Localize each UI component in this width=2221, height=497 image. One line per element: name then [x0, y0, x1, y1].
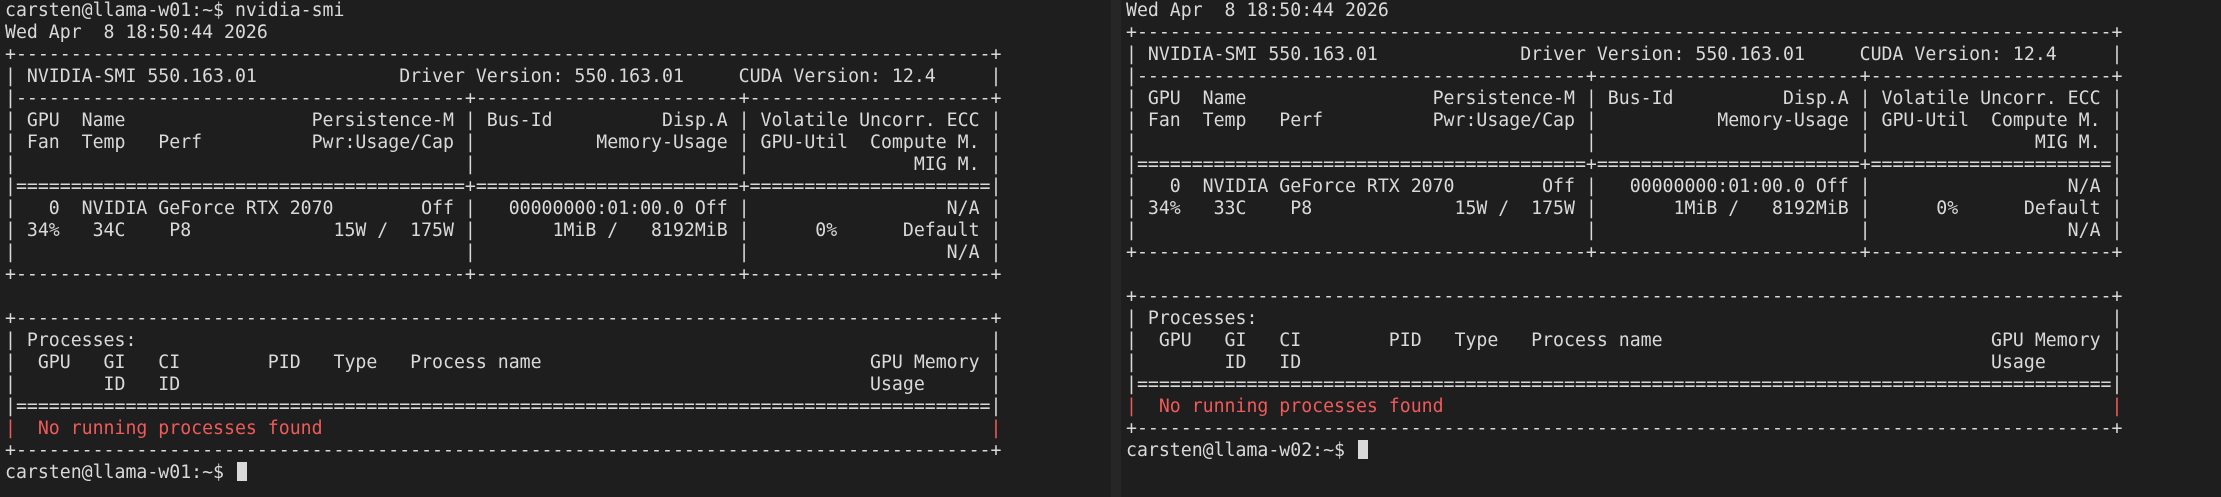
line-text: carsten@llama-w02:~$: [1126, 440, 1356, 461]
terminal-line: +---------------------------------------…: [1126, 418, 2221, 440]
line-text: |=======================================…: [1126, 154, 2123, 175]
no-processes-message: | No running processes found |: [1126, 396, 2221, 418]
terminal-line: |=======================================…: [5, 176, 1111, 198]
terminal-line: | | | N/A |: [1126, 220, 2221, 242]
terminal-line: | GPU GI CI PID Type Process name GPU Me…: [1126, 330, 2221, 352]
line-text: |=======================================…: [5, 396, 1002, 417]
line-text: |=======================================…: [5, 176, 1002, 197]
line-text: | GPU GI CI PID Type Process name GPU Me…: [1126, 330, 2123, 351]
terminal-line: | GPU Name Persistence-M | Bus-Id Disp.A…: [5, 110, 1111, 132]
line-text: +---------------------------------------…: [5, 308, 1002, 329]
line-text: |---------------------------------------…: [5, 88, 1002, 109]
line-text: Wed Apr 8 18:50:44 2026: [1126, 0, 1389, 21]
terminal-line: | Fan Temp Perf Pwr:Usage/Cap | Memory-U…: [5, 132, 1111, 154]
line-text: carsten@llama-w01:~$: [5, 462, 235, 483]
terminal-line: | 0 NVIDIA GeForce RTX 2070 Off | 000000…: [1126, 176, 2221, 198]
terminal-pane-llama-w01[interactable]: carsten@llama-w01:~$ nvidia-smi Wed Apr 8…: [0, 0, 1111, 497]
terminal-line: | ID ID Usage |: [1126, 352, 2221, 374]
terminal-line: Wed Apr 8 18:50:44 2026: [1126, 0, 2221, 22]
terminal-line: | 34% 33C P8 15W / 175W | 1MiB / 8192MiB…: [1126, 198, 2221, 220]
text-cursor: [1357, 440, 1368, 459]
terminal-line: carsten@llama-w01:~$ nvidia-smi: [5, 0, 1111, 22]
terminal-line: Wed Apr 8 18:50:44 2026: [5, 22, 1111, 44]
line-text: carsten@llama-w01:~$ nvidia-smi: [5, 0, 345, 21]
terminal-line: | | | N/A |: [5, 242, 1111, 264]
line-text: | NVIDIA-SMI 550.163.01 Driver Version: …: [1126, 44, 2123, 65]
line-text: +---------------------------------------…: [1126, 418, 2123, 439]
line-text: +---------------------------------------…: [1126, 242, 2123, 263]
line-text: +---------------------------------------…: [5, 44, 1002, 65]
line-text: +---------------------------------------…: [1126, 286, 2123, 307]
line-text: | NVIDIA-SMI 550.163.01 Driver Version: …: [5, 66, 1002, 87]
terminal-pane-llama-w02[interactable]: Wed Apr 8 18:50:44 2026 +----------------…: [1121, 0, 2221, 497]
line-text: | 0 NVIDIA GeForce RTX 2070 Off | 000000…: [1126, 176, 2123, 197]
text-cursor: [236, 462, 247, 481]
line-text: | | | N/A |: [1126, 220, 2123, 241]
terminal-line: |---------------------------------------…: [5, 88, 1111, 110]
line-text: | | | N/A |: [5, 242, 1002, 263]
line-text: | Processes: |: [1126, 308, 2123, 329]
terminal-line: | GPU GI CI PID Type Process name GPU Me…: [5, 352, 1111, 374]
line-text: |---------------------------------------…: [1126, 66, 2123, 87]
line-text: | ID ID Usage |: [5, 374, 1002, 395]
terminal-line: +---------------------------------------…: [5, 44, 1111, 66]
terminal-line: |=======================================…: [1126, 154, 2221, 176]
terminal-line: |=======================================…: [5, 396, 1111, 418]
line-text: | No running processes found |: [1126, 396, 2123, 417]
line-text: | 0 NVIDIA GeForce RTX 2070 Off | 000000…: [5, 198, 1002, 219]
line-text: | 34% 34C P8 15W / 175W | 1MiB / 8192MiB…: [5, 220, 1002, 241]
terminal-line: | NVIDIA-SMI 550.163.01 Driver Version: …: [1126, 44, 2221, 66]
terminal-line: +---------------------------------------…: [5, 308, 1111, 330]
terminal-output: Wed Apr 8 18:50:44 2026 +----------------…: [1121, 0, 2221, 462]
terminal-line: | | | MIG M. |: [5, 154, 1111, 176]
terminal-line: | | | MIG M. |: [1126, 132, 2221, 154]
terminal-line: | GPU Name Persistence-M | Bus-Id Disp.A…: [1126, 88, 2221, 110]
terminal-line: +---------------------------------------…: [1126, 22, 2221, 44]
terminal-line: +---------------------------------------…: [1126, 286, 2221, 308]
line-text: +---------------------------------------…: [5, 440, 1002, 461]
line-text: +---------------------------------------…: [1126, 22, 2123, 43]
terminal-line: |=======================================…: [1126, 374, 2221, 396]
terminal-line: | Processes: |: [1126, 308, 2221, 330]
line-text: | 34% 33C P8 15W / 175W | 1MiB / 8192MiB…: [1126, 198, 2123, 219]
terminal-output: carsten@llama-w01:~$ nvidia-smi Wed Apr 8…: [0, 0, 1111, 484]
terminal-line: | ID ID Usage |: [5, 374, 1111, 396]
terminal-line: | NVIDIA-SMI 550.163.01 Driver Version: …: [5, 66, 1111, 88]
terminal-line: | Fan Temp Perf Pwr:Usage/Cap | Memory-U…: [1126, 110, 2221, 132]
line-text: | GPU Name Persistence-M | Bus-Id Disp.A…: [5, 110, 1002, 131]
terminal-line: +---------------------------------------…: [5, 440, 1111, 462]
line-text: | GPU Name Persistence-M | Bus-Id Disp.A…: [1126, 88, 2123, 109]
terminal-line: +---------------------------------------…: [1126, 242, 2221, 264]
line-text: | Processes: |: [5, 330, 1002, 351]
line-text: | Fan Temp Perf Pwr:Usage/Cap | Memory-U…: [5, 132, 1002, 153]
line-text: | No running processes found |: [5, 418, 1002, 439]
line-text: | GPU GI CI PID Type Process name GPU Me…: [5, 352, 1002, 373]
line-text: |=======================================…: [1126, 374, 2123, 395]
line-text: Wed Apr 8 18:50:44 2026: [5, 22, 268, 43]
line-text: | | | MIG M. |: [1126, 132, 2123, 153]
line-text: +---------------------------------------…: [5, 264, 1002, 285]
no-processes-message: | No running processes found |: [5, 418, 1111, 440]
terminal-line: |---------------------------------------…: [1126, 66, 2221, 88]
terminal-line: +---------------------------------------…: [5, 264, 1111, 286]
line-text: | | | MIG M. |: [5, 154, 1002, 175]
line-text: | ID ID Usage |: [1126, 352, 2123, 373]
line-text: | Fan Temp Perf Pwr:Usage/Cap | Memory-U…: [1126, 110, 2123, 131]
terminal-line: | 0 NVIDIA GeForce RTX 2070 Off | 000000…: [5, 198, 1111, 220]
shell-prompt[interactable]: carsten@llama-w02:~$: [1126, 440, 2221, 462]
shell-prompt[interactable]: carsten@llama-w01:~$: [5, 462, 1111, 484]
terminal-line: | Processes: |: [5, 330, 1111, 352]
terminal-line: | 34% 34C P8 15W / 175W | 1MiB / 8192MiB…: [5, 220, 1111, 242]
pane-divider[interactable]: [1111, 0, 1121, 497]
